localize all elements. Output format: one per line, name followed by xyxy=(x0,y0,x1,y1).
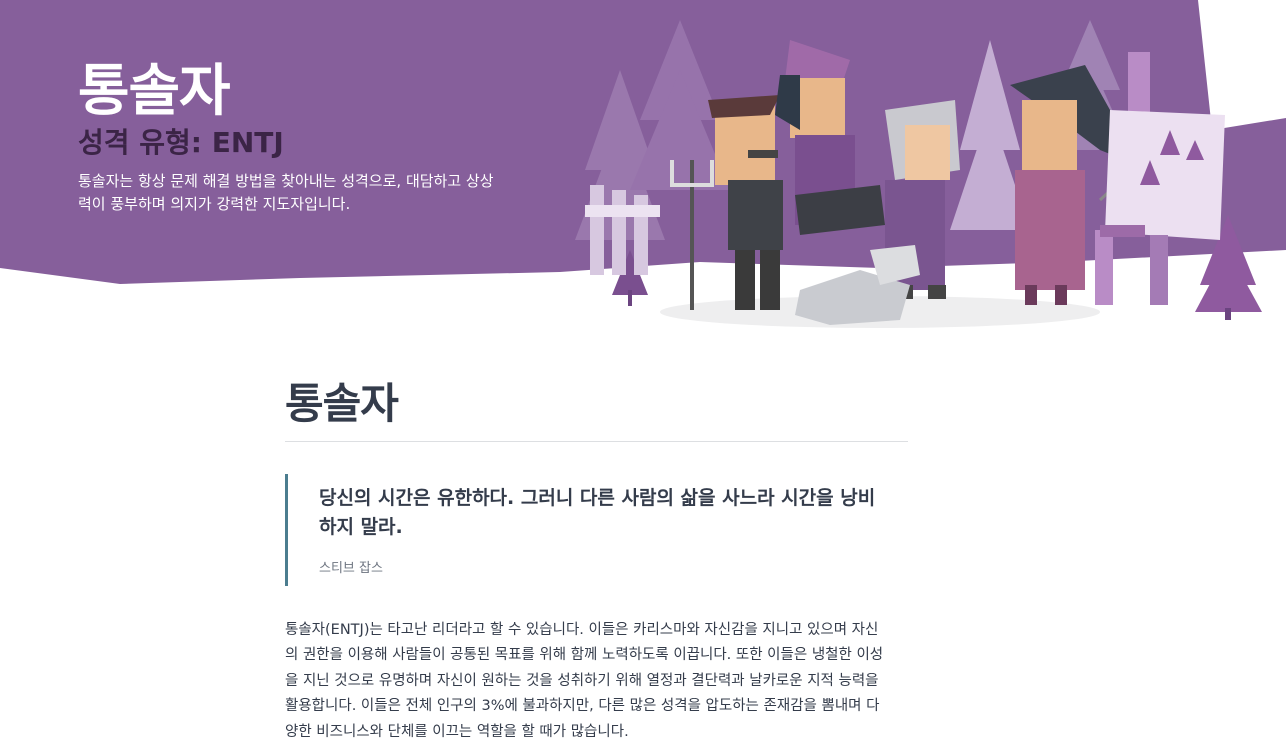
section-title: 통솔자 xyxy=(285,370,908,442)
quote-block: 당신의 시간은 유한하다. 그러니 다른 사람의 삶을 사느라 시간을 낭비하지… xyxy=(285,474,908,586)
quote-text: 당신의 시간은 유한하다. 그러니 다른 사람의 삶을 사느라 시간을 낭비하지… xyxy=(319,487,876,538)
hero-title: 통솔자 xyxy=(78,59,231,124)
main-content: 통솔자 당신의 시간은 유한하다. 그러니 다른 사람의 삶을 사느라 시간을 … xyxy=(285,370,908,745)
hero-subtitle: 성격 유형: ENTJ xyxy=(78,126,284,160)
quote-author: 스티브 잡스 xyxy=(319,561,383,576)
hero-text-block: 통솔자 성격 유형: ENTJ 통솔자는 항상 문제 해결 방법을 찾아내는 성… xyxy=(78,59,538,216)
hero-description: 통솔자는 항상 문제 해결 방법을 찾아내는 성격으로, 대담하고 상상력이 풍… xyxy=(78,171,494,214)
body-paragraph: 통솔자(ENTJ)는 타고난 리더라고 할 수 있습니다. 이들은 카리스마와 … xyxy=(285,622,884,740)
hero-banner: 통솔자 성격 유형: ENTJ 통솔자는 항상 문제 해결 방법을 찾아내는 성… xyxy=(0,0,1286,340)
